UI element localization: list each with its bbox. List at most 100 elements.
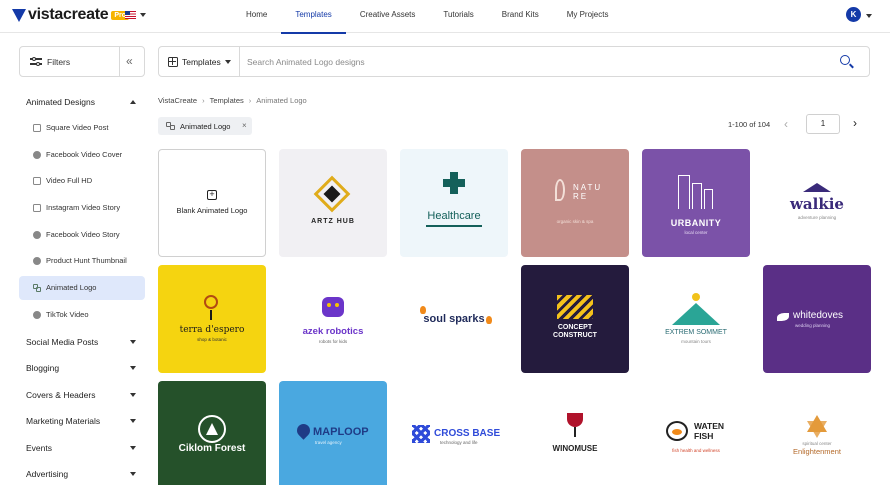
nav-creative-assets[interactable]: Creative Assets [346,0,430,33]
dove-icon [777,313,789,321]
main-nav: Home Templates Creative Assets Tutorials… [232,0,623,34]
filters-panel-toggle[interactable]: Filters « [19,46,145,77]
template-card-walkie[interactable]: walkie adventure planning [763,149,871,257]
logo-icon [33,284,41,292]
facebook-icon [33,231,41,239]
sun-icon [692,293,700,301]
results-range: 1-100 of 104 [728,120,771,129]
breadcrumb: VistaCreate › Templates › Animated Logo [158,96,307,105]
template-card-winomuse[interactable]: WINOMUSE [521,381,629,485]
template-card-artz-hub[interactable]: ARTZ HUB [279,149,387,257]
breadcrumb-animated-logo: Animated Logo [256,96,307,105]
map-pin-icon [294,421,313,440]
nav-tutorials[interactable]: Tutorials [429,0,487,33]
sidebar-item-product-hunt-thumbnail[interactable]: Product Hunt Thumbnail [19,249,145,273]
nav-templates[interactable]: Templates [281,0,347,34]
template-card-azek-robotics[interactable]: azek robotics robots for kids [279,265,387,373]
sidebar-item-animated-logo[interactable]: Animated Logo [19,276,145,300]
nav-home[interactable]: Home [232,0,281,33]
page-number-input[interactable]: 1 [806,114,840,134]
sidebar-section-animated-designs[interactable]: Animated Designs [26,97,138,107]
chevron-up-icon [130,100,136,104]
chevron-down-icon [130,340,136,344]
sidebar-section-social-media-posts[interactable]: Social Media Posts [26,337,138,347]
template-card-healthcare[interactable]: Healthcare [400,149,508,257]
chevron-down-icon [225,60,231,64]
template-card-enlightenment[interactable]: spiritual center Enlightenment [763,381,871,485]
sliders-icon [30,56,42,67]
chevron-down-icon [130,419,136,423]
robot-icon [322,297,344,317]
sidebar-item-facebook-video-story[interactable]: Facebook Video Story [19,223,145,247]
sidebar-section-events[interactable]: Events [26,443,138,453]
sidebar-item-tiktok-video[interactable]: TikTok Video [19,303,145,327]
filters-label: Filters [47,57,71,67]
sidebar-section-covers-headers[interactable]: Covers & Headers [26,390,138,400]
avatar[interactable]: K [846,7,861,22]
nav-brand-kits[interactable]: Brand Kits [488,0,553,33]
chevron-right-icon: › [248,96,252,105]
tiktok-icon [33,311,41,319]
template-card-whitedoves[interactable]: whitedoves wedding planning [763,265,871,373]
collapse-sidebar-icon[interactable]: « [126,54,133,68]
sidebar-item-facebook-video-cover[interactable]: Facebook Video Cover [19,143,145,167]
chevron-right-icon: › [202,96,205,105]
chevron-down-icon [130,366,136,370]
breadcrumb-vistacreate[interactable]: VistaCreate [158,96,197,105]
search-icon[interactable] [840,55,854,69]
template-card-waten-fish[interactable]: WATEN FISH fish health and wellness [642,381,750,485]
next-page-icon[interactable]: › [853,116,857,130]
cross-pattern-icon [412,425,430,443]
sidebar-item-video-full-hd[interactable]: Video Full HD [19,169,145,193]
blank-animated-logo-card[interactable]: + Blank Animated Logo [158,149,266,257]
brand-logo[interactable]: vistacreate Pro [12,6,129,24]
product-hunt-icon [33,257,41,265]
chevron-down-icon [130,472,136,476]
category-dropdown-label: Templates [182,57,221,67]
top-navigation-bar: vistacreate Pro Home Templates Creative … [0,0,890,34]
mountain-icon [672,303,720,325]
template-card-urbanity[interactable]: URBANITY local center [642,149,750,257]
chip-label: Animated Logo [180,122,231,131]
chevron-down-icon [130,446,136,450]
hazard-stripes-icon [557,295,593,319]
wine-glass-icon [567,413,583,427]
us-flag-icon[interactable] [125,11,136,19]
template-card-ciklom-forest[interactable]: Ciklom Forest [158,381,266,485]
language-chevron-down-icon[interactable] [140,13,146,17]
sidebar-section-blogging[interactable]: Blogging [26,363,138,373]
template-card-nature[interactable]: NATURE organic skin & spa [521,149,629,257]
vista-logo-icon [12,8,26,22]
sidebar-item-instagram-video-story[interactable]: Instagram Video Story [19,196,145,220]
template-card-maploop[interactable]: MAPLOOP travel agency [279,381,387,485]
sidebar-section-advertising[interactable]: Advertising [26,469,138,479]
breadcrumb-templates[interactable]: Templates [210,96,244,105]
brand-name: vistacreate [28,6,109,23]
templates-icon [168,57,178,67]
template-card-concept-construct[interactable]: CONCEPT CONSTRUCT [521,265,629,373]
chevron-down-icon [130,393,136,397]
previous-page-icon[interactable]: ‹ [784,117,788,131]
play-square-icon [33,124,41,132]
building-icon [678,175,690,209]
sidebar-section-marketing-materials[interactable]: Marketing Materials [26,416,138,426]
template-card-extrem-sommet[interactable]: EXTREM SOMMET mountain tours [642,265,750,373]
active-filter-chip: Animated Logo × [158,117,252,135]
facebook-icon [33,151,41,159]
leaf-icon [555,179,565,201]
nav-my-projects[interactable]: My Projects [553,0,623,33]
template-card-soul-sparks[interactable]: soul sparks [400,265,508,373]
account-chevron-down-icon[interactable] [866,14,872,18]
remove-filter-icon[interactable]: × [242,121,247,130]
instagram-icon [33,204,41,212]
search-bar: Templates [158,46,870,77]
logo-icon [166,122,175,130]
play-square-icon [33,177,41,185]
mountain-icon [803,183,831,192]
flower-icon [204,295,218,309]
sidebar-item-square-video-post[interactable]: Square Video Post [19,116,145,140]
search-input[interactable] [247,53,827,71]
template-card-cross-base[interactable]: CROSS BASE technology and life [400,381,508,485]
template-card-terra-despero[interactable]: terra d'espero shop & botanic [158,265,266,373]
add-icon: + [207,190,217,200]
